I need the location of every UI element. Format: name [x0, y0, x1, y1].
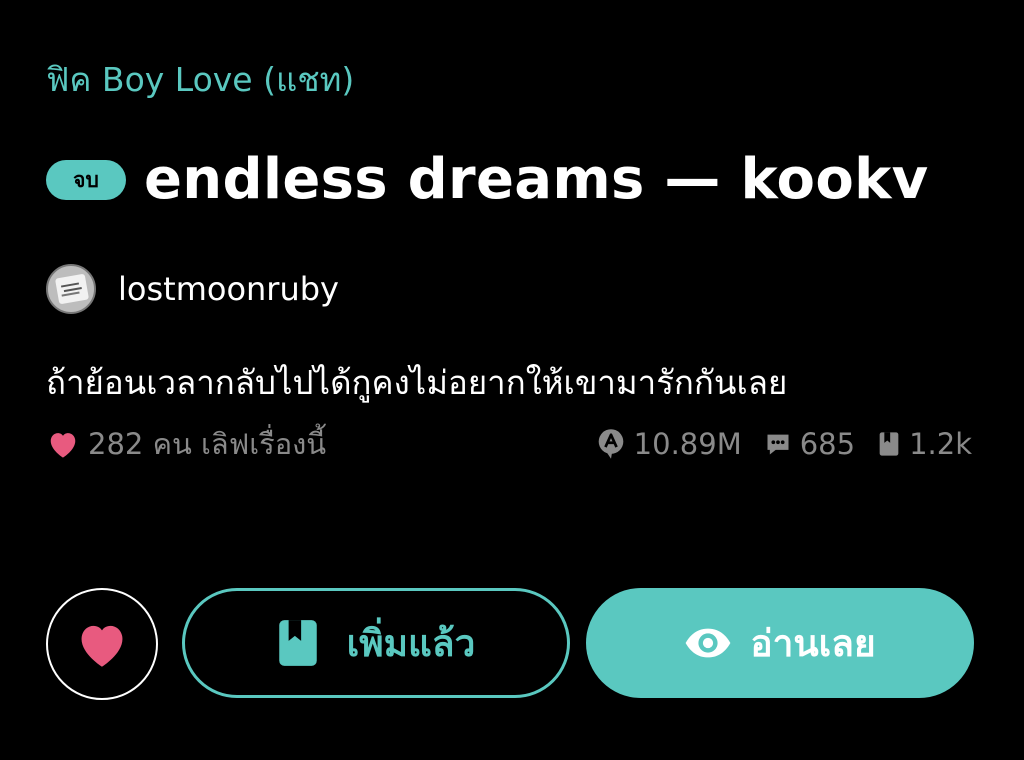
bookmark-icon — [278, 620, 317, 666]
comments-count: 685 — [799, 427, 856, 461]
love-count: 282 คน เลิฟเรื่องนี้ — [46, 422, 326, 466]
avatar[interactable] — [46, 264, 96, 314]
views-stat: 10.89M — [596, 427, 742, 461]
author-row[interactable]: lostmoonruby — [46, 262, 339, 316]
add-to-library-button[interactable]: เพิ่มแล้ว — [182, 588, 570, 698]
category-label[interactable]: ฟิค Boy Love (แชท) — [46, 58, 354, 102]
views-icon — [598, 429, 623, 459]
comments-stat: 685 — [764, 427, 855, 461]
add-to-library-label: เพิ่มแล้ว — [346, 621, 476, 665]
read-now-label: อ่านเลย — [750, 621, 876, 665]
comment-icon — [767, 434, 789, 455]
bookmarks-count: 1.2k — [909, 427, 972, 461]
bookmarks-stat: 1.2k — [877, 427, 972, 461]
author-name[interactable]: lostmoonruby — [118, 270, 339, 308]
heart-icon — [50, 433, 76, 458]
title-row: จบ endless dreams — kookv — [46, 140, 928, 220]
read-now-button[interactable]: อ่านเลย — [586, 588, 974, 698]
like-button[interactable] — [46, 588, 158, 700]
stats-row: 10.89M 685 1.2k — [596, 422, 972, 466]
story-title: endless dreams — kookv — [144, 147, 929, 212]
views-count: 10.89M — [633, 427, 742, 461]
bookmark-icon — [879, 432, 899, 456]
love-count-text: 282 คน เลิฟเรื่องนี้ — [88, 427, 327, 461]
heart-icon — [81, 625, 123, 667]
story-description: ถ้าย้อนเวลากลับไปได้กูคงไม่อยากให้เขามาร… — [46, 363, 788, 402]
status-badge: จบ — [46, 160, 126, 200]
eye-icon — [685, 628, 731, 658]
